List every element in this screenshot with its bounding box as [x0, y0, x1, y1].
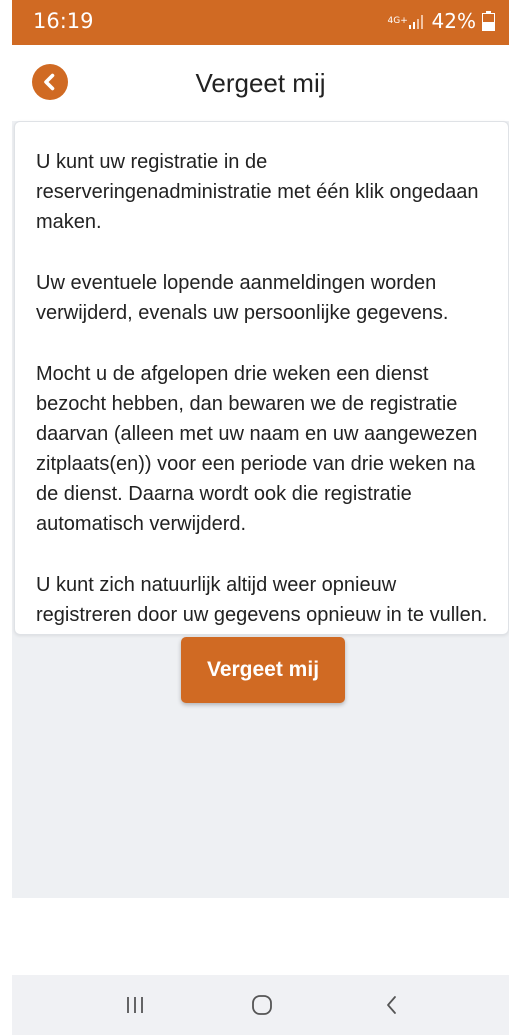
battery-percentage: 42%: [431, 9, 476, 33]
info-paragraph-reregister: U kunt zich natuurlijk altijd weer opnie…: [36, 574, 488, 626]
status-time: 16:19: [33, 9, 94, 33]
signal-icon: [408, 15, 423, 29]
page-title: Vergeet mij: [195, 68, 326, 98]
info-paragraph-removal: Uw eventuele lopende aanmeldingen worden…: [36, 272, 449, 324]
status-indicators: 4G+ 42%: [388, 8, 495, 34]
home-icon: [252, 995, 272, 1015]
recent-apps-icon: [127, 997, 143, 1013]
info-paragraph-retention: Mocht u de afgelopen drie weken een dien…: [36, 363, 478, 535]
navigation-bar: [12, 975, 509, 1035]
recent-apps-button[interactable]: [95, 975, 175, 1035]
status-bar: 16:19 4G+ 42%: [12, 0, 509, 45]
info-card: U kunt uw registratie in de reserveringe…: [14, 121, 509, 635]
back-nav-button[interactable]: [352, 975, 432, 1035]
back-icon: [387, 996, 396, 1014]
info-paragraph-undo: U kunt uw registratie in de reserveringe…: [36, 151, 479, 233]
page-header: Vergeet mij: [12, 45, 509, 121]
content-area: U kunt uw registratie in de reserveringe…: [12, 121, 509, 898]
home-button[interactable]: [222, 975, 302, 1035]
battery-icon: [482, 11, 495, 31]
forget-me-button[interactable]: Vergeet mij: [181, 637, 345, 703]
network-type: 4G+: [387, 15, 408, 26]
